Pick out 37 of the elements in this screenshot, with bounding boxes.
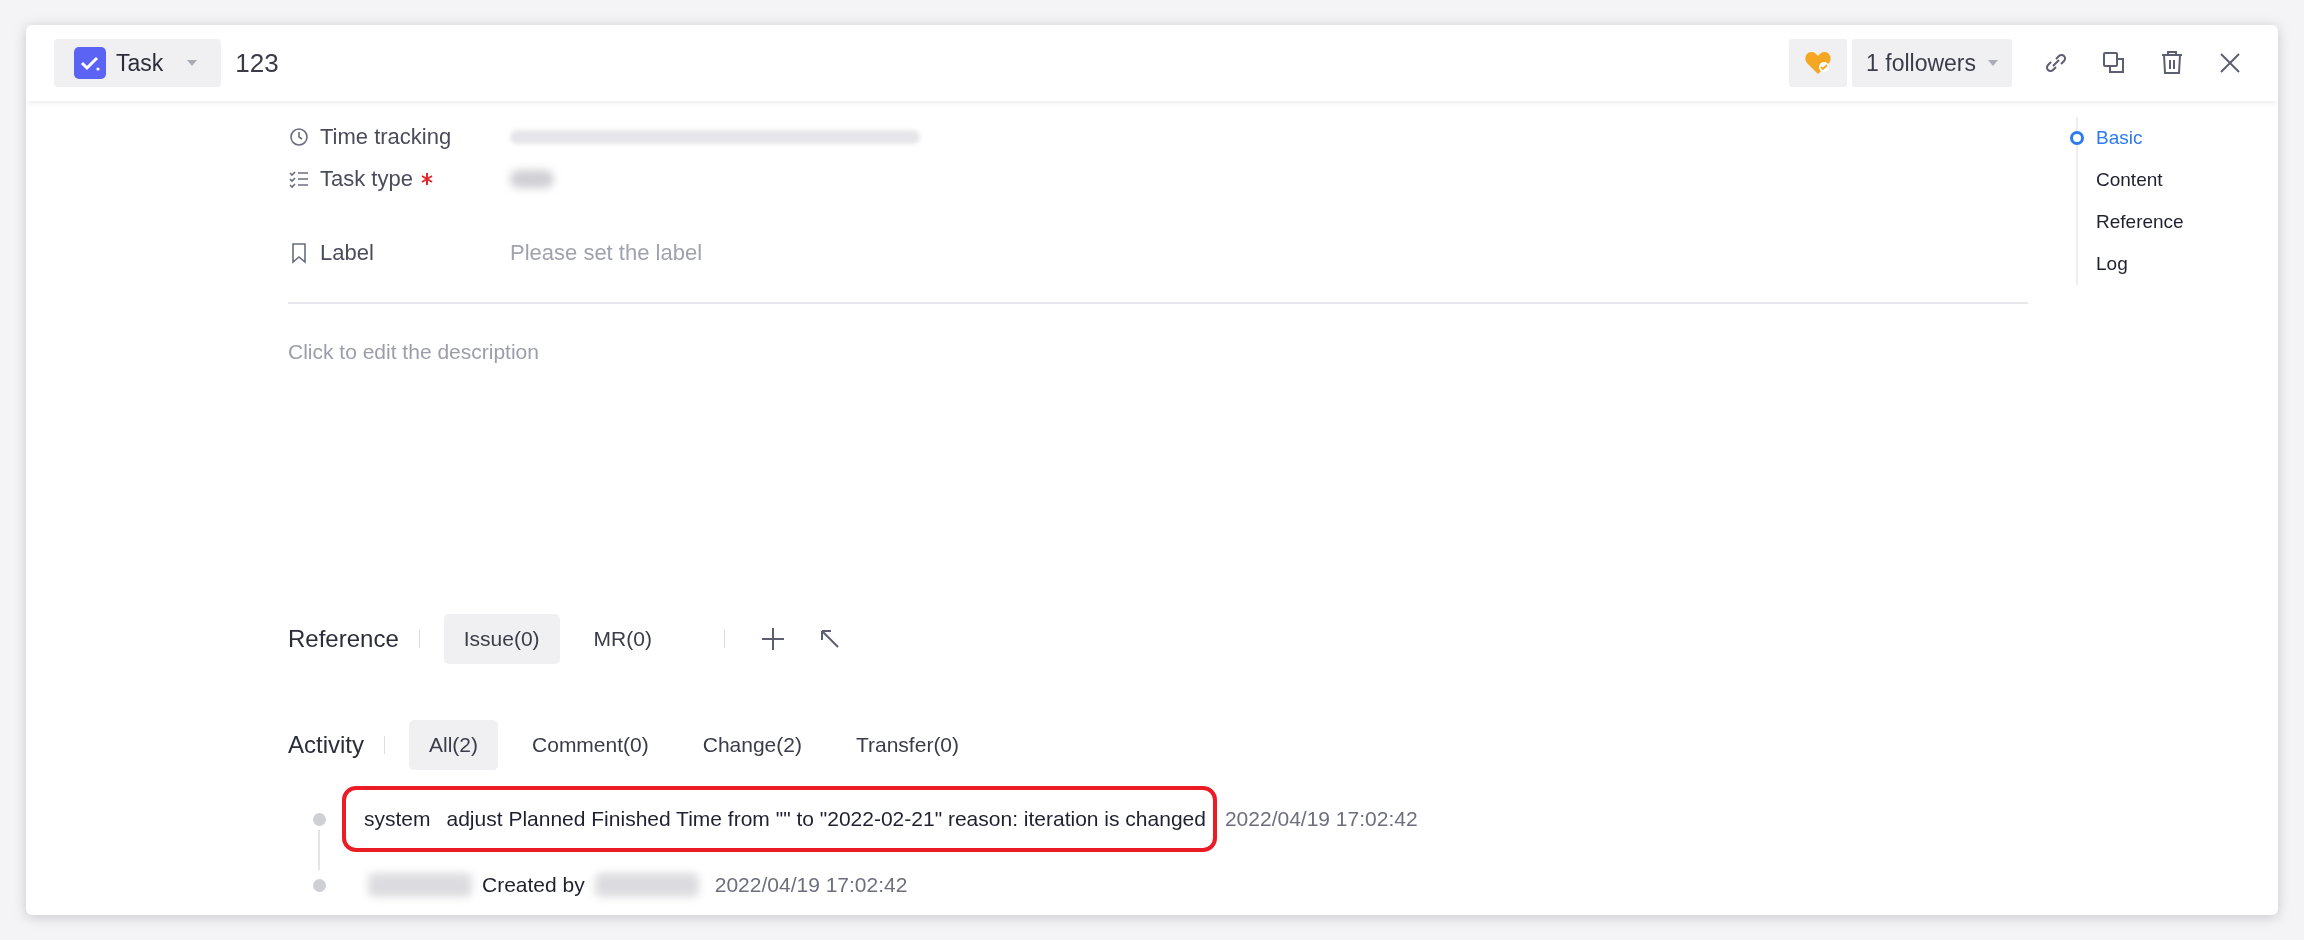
caret-icon xyxy=(187,60,198,66)
filter-tab[interactable]: Issue(0) xyxy=(443,614,560,664)
filter-tab[interactable]: MR(0) xyxy=(573,614,672,664)
clock-icon xyxy=(288,126,310,148)
timestamp: 2022/04/19 17:02:42 xyxy=(1224,807,1418,831)
anchor-link[interactable]: Log xyxy=(2096,253,2128,275)
time-tracking-bar[interactable] xyxy=(510,130,920,144)
heart-check-icon xyxy=(1804,51,1833,75)
caret-icon xyxy=(1988,60,1998,66)
checklist-icon xyxy=(288,168,310,190)
collapse-button[interactable] xyxy=(818,628,841,650)
add-button[interactable] xyxy=(760,627,785,651)
author-name: system xyxy=(364,807,431,831)
task-check-icon xyxy=(74,47,106,79)
filter-tab[interactable]: All(2) xyxy=(409,720,499,770)
field-label: Task type xyxy=(320,166,413,192)
section-title: Reference xyxy=(288,625,399,653)
filter-tab[interactable]: Change(2) xyxy=(682,720,822,770)
filter-tab[interactable]: Comment(0) xyxy=(512,720,669,770)
section-title: Activity xyxy=(288,731,364,759)
timeline-dot xyxy=(312,812,326,826)
anchor-link[interactable]: Content xyxy=(2096,169,2163,191)
task-title: 123 xyxy=(235,47,279,79)
timeline-dot xyxy=(312,878,326,892)
anchor-link[interactable]: Reference xyxy=(2096,211,2184,233)
plus-icon xyxy=(760,627,785,651)
field-label: Time tracking xyxy=(320,124,452,150)
field-label: Label xyxy=(320,240,374,266)
arrow-up-left-icon xyxy=(818,628,841,650)
active-marker xyxy=(2070,131,2084,145)
followers-dropdown[interactable]: 1 followers xyxy=(1852,39,2012,87)
filter-tab[interactable]: Transfer(0) xyxy=(835,720,980,770)
anchor-link[interactable]: Basic xyxy=(2096,127,2143,149)
task-type-button[interactable]: Task xyxy=(54,39,222,87)
log-text: Created by xyxy=(482,873,585,897)
log-text: adjust Planned Finished Time from "" to "2022-02-21" reason: iteration is changed xyxy=(446,807,1206,831)
timestamp: 2022/04/19 17:02:42 xyxy=(714,873,908,897)
